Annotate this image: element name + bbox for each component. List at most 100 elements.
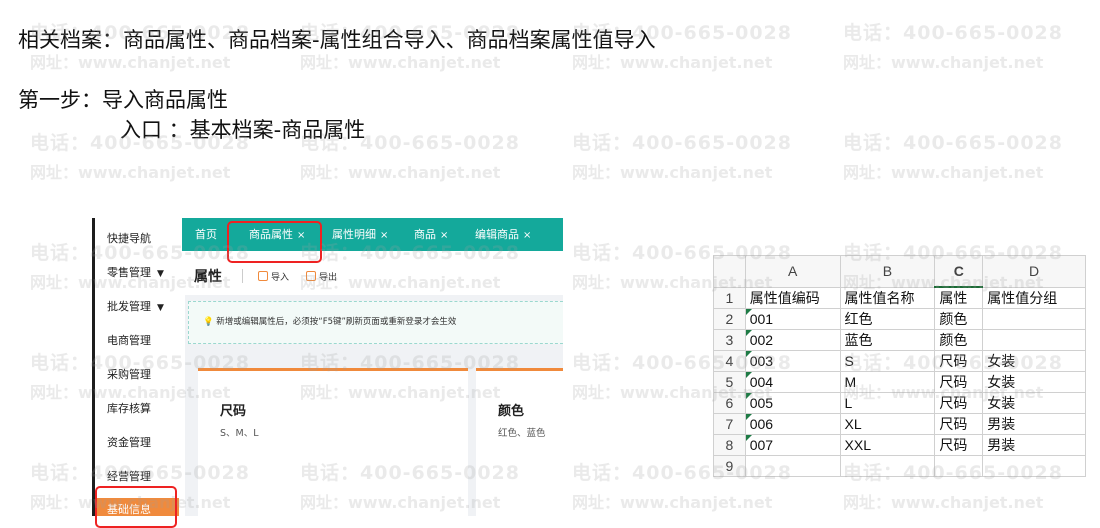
table-cell[interactable]: 属性值编码: [744, 286, 841, 309]
card-values: S、M、L: [220, 428, 259, 439]
table-cell[interactable]: 男装: [982, 413, 1086, 435]
lightbulb-icon: 💡: [203, 317, 214, 327]
sidebar-item-operations[interactable]: 经营管理: [107, 468, 151, 484]
table-cell[interactable]: 女装: [982, 350, 1086, 372]
column-header-row: A B C D: [713, 255, 1086, 288]
tab-home[interactable]: 首页: [195, 218, 217, 251]
table-cell[interactable]: 001: [744, 308, 841, 330]
sidebar-item-quick-nav[interactable]: 快捷导航: [107, 230, 151, 246]
select-all-corner[interactable]: [713, 255, 746, 288]
row-number[interactable]: 6: [713, 392, 746, 414]
tab-edit-product[interactable]: 编辑商品 ×: [475, 218, 531, 251]
column-header[interactable]: B: [839, 255, 936, 288]
table-cell[interactable]: 女装: [982, 371, 1086, 393]
column-header[interactable]: D: [982, 255, 1086, 288]
related-files-text: 相关档案：商品属性、商品档案-属性组合导入、商品档案属性值导入: [18, 28, 656, 52]
table-row: 4 003 S 尺码 女装: [713, 350, 1086, 372]
import-button[interactable]: 导入: [258, 270, 289, 283]
row-number[interactable]: 9: [713, 455, 746, 477]
table-cell[interactable]: XXL: [839, 434, 936, 456]
export-icon: [306, 271, 316, 281]
table-cell[interactable]: 蓝色: [839, 329, 936, 351]
erp-sidebar: 快捷导航 零售管理 ▼ 批发管理 ▼ 电商管理 采购管理 库存核算 资金管理 经营管…: [92, 218, 185, 516]
row-number[interactable]: 5: [713, 371, 746, 393]
table-cell[interactable]: 尺码: [934, 371, 984, 393]
close-icon[interactable]: ×: [440, 230, 448, 241]
table-cell[interactable]: 004: [744, 371, 841, 393]
column-header[interactable]: A: [744, 255, 841, 288]
table-cell[interactable]: [744, 455, 841, 477]
table-cell[interactable]: XL: [839, 413, 936, 435]
table-cell[interactable]: 003: [744, 350, 841, 372]
row-number[interactable]: 7: [713, 413, 746, 435]
table-row: 9: [713, 455, 1086, 477]
table-cell[interactable]: 颜色: [934, 329, 984, 351]
text-number-indicator-icon: [746, 330, 752, 336]
export-button[interactable]: 导出: [306, 270, 337, 283]
attribute-card-color[interactable]: 颜色 红色、蓝色: [476, 368, 563, 516]
close-icon[interactable]: ×: [523, 230, 531, 241]
row-number[interactable]: 3: [713, 329, 746, 351]
watermark-tile: 电话：400-665-0028 网址：www.chanjet.net: [843, 132, 1063, 182]
table-cell[interactable]: 尺码: [934, 413, 984, 435]
table-cell[interactable]: [982, 329, 1086, 351]
table-cell[interactable]: [934, 455, 984, 477]
table-cell[interactable]: 005: [744, 392, 841, 414]
caret-down-icon: ▼: [157, 269, 164, 279]
notice-banner: 💡 新增或编辑属性后，必须按“F5键”刷新页面或重新登录才会生效: [188, 301, 563, 344]
table-cell[interactable]: 属性: [934, 286, 984, 309]
table-row: 1 属性值编码 属性值名称 属性 属性值分组: [713, 286, 1086, 309]
table-cell[interactable]: 尺码: [934, 434, 984, 456]
text-number-indicator-icon: [746, 393, 752, 399]
highlight-box-tab: [227, 221, 322, 263]
table-cell[interactable]: [982, 308, 1086, 330]
table-cell[interactable]: [982, 455, 1086, 477]
table-cell[interactable]: 属性值名称: [839, 286, 936, 309]
tab-products[interactable]: 商品 ×: [414, 218, 448, 251]
table-cell[interactable]: 属性值分组: [982, 286, 1086, 309]
table-cell[interactable]: 颜色: [934, 308, 984, 330]
text-number-indicator-icon: [746, 309, 752, 315]
table-cell[interactable]: 男装: [982, 434, 1086, 456]
column-header-selected[interactable]: C: [934, 255, 984, 288]
highlight-box-sidebar: [95, 486, 177, 528]
card-title: 尺码: [220, 404, 247, 419]
sidebar-item-retail[interactable]: 零售管理 ▼: [107, 264, 164, 280]
text-number-indicator-icon: [746, 435, 752, 441]
sidebar-item-ecommerce[interactable]: 电商管理: [107, 332, 151, 348]
table-cell[interactable]: 女装: [982, 392, 1086, 414]
table-row: 3 002 蓝色 颜色: [713, 329, 1086, 351]
table-cell[interactable]: 尺码: [934, 350, 984, 372]
table-cell[interactable]: 007: [744, 434, 841, 456]
sidebar-item-inventory[interactable]: 库存核算: [107, 400, 151, 416]
table-cell[interactable]: [839, 455, 936, 477]
close-icon[interactable]: ×: [380, 230, 388, 241]
sidebar-item-wholesale[interactable]: 批发管理 ▼: [107, 298, 164, 314]
table-cell[interactable]: S: [839, 350, 936, 372]
card-title: 颜色: [498, 404, 525, 419]
table-cell[interactable]: 红色: [839, 308, 936, 330]
table-cell[interactable]: 006: [744, 413, 841, 435]
import-icon: [258, 271, 268, 281]
spreadsheet-table: A B C D 1 属性值编码 属性值名称 属性 属性值分组 2 001 红色 颜色 3 002 蓝色…: [713, 255, 1086, 477]
row-number[interactable]: 8: [713, 434, 746, 456]
tab-attribute-details[interactable]: 属性明细 ×: [332, 218, 388, 251]
table-cell[interactable]: M: [839, 371, 936, 393]
table-cell[interactable]: L: [839, 392, 936, 414]
table-cell[interactable]: 002: [744, 329, 841, 351]
row-number[interactable]: 1: [713, 286, 746, 309]
row-number[interactable]: 2: [713, 308, 746, 330]
attribute-card-size[interactable]: 尺码 S、M、L: [198, 368, 468, 516]
text-number-indicator-icon: [746, 372, 752, 378]
row-number[interactable]: 4: [713, 350, 746, 372]
sidebar-item-funds[interactable]: 资金管理: [107, 434, 151, 450]
erp-screenshot: 快捷导航 零售管理 ▼ 批发管理 ▼ 电商管理 采购管理 库存核算 资金管理 经营管…: [92, 218, 563, 516]
table-cell[interactable]: 尺码: [934, 392, 984, 414]
sidebar-item-purchase[interactable]: 采购管理: [107, 366, 151, 382]
watermark-tile: 电话：400-665-0028 网址：www.chanjet.net: [843, 22, 1063, 72]
toolbar-divider: [242, 269, 243, 283]
table-row: 7 006 XL 尺码 男装: [713, 413, 1086, 435]
caret-down-icon: ▼: [157, 303, 164, 313]
text-number-indicator-icon: [746, 414, 752, 420]
step-one-heading: 第一步：导入商品属性: [18, 88, 228, 112]
